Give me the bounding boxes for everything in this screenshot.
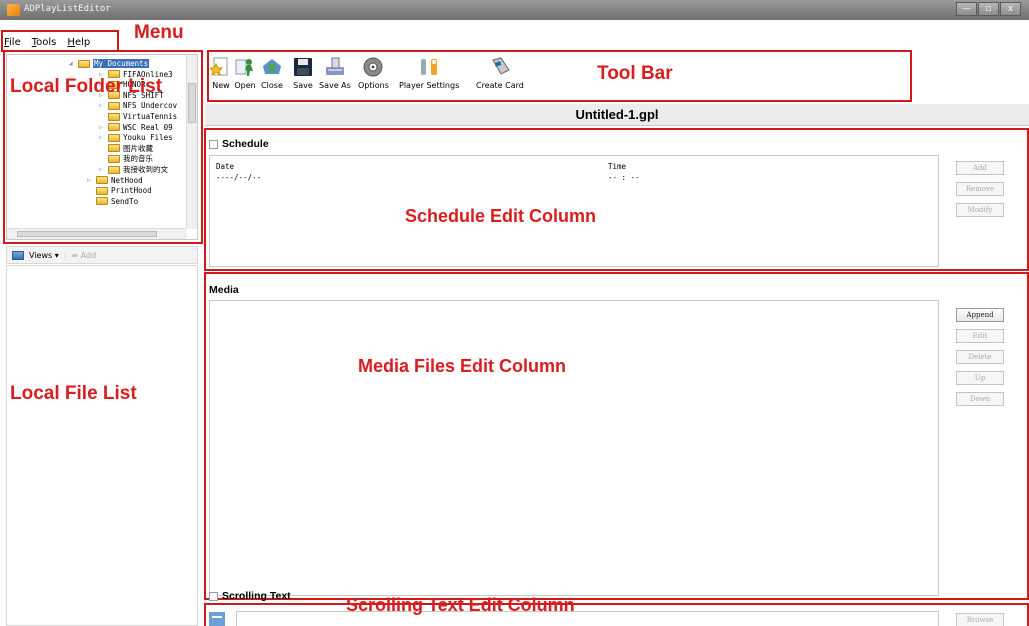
schedule-date-value: ----/--/-- (216, 173, 262, 182)
media-header: Media (209, 284, 239, 296)
schedule-label: Schedule (222, 138, 269, 150)
window-controls: — ▫ x (956, 2, 1021, 16)
schedule-time-value: -- : -- (608, 173, 640, 182)
media-label: Media (209, 284, 239, 296)
folder-list-annotation: Local Folder List (10, 76, 163, 97)
window-title: ADPlayListEditor (24, 4, 111, 14)
media-edit-button[interactable]: Edit (956, 329, 1004, 343)
menu-annotation: Menu (134, 22, 184, 43)
schedule-time-header: Time (608, 162, 627, 171)
views-dropdown[interactable]: Views ▾ (29, 251, 59, 260)
file-list-annotation: Local File List (10, 383, 137, 404)
scrolling-text-icon (209, 612, 225, 626)
toolbar-annotation: Tool Bar (597, 63, 673, 84)
views-bar: Views ▾ | ⇛ Add (6, 246, 198, 264)
schedule-modify-button[interactable]: Modify (956, 203, 1004, 217)
scrolling-header: Scrolling Text (209, 590, 291, 602)
minimize-button[interactable]: — (956, 2, 977, 16)
media-annotation: Media Files Edit Column (358, 356, 567, 376)
maximize-button[interactable]: ▫ (978, 2, 999, 16)
scrolling-browse-button[interactable]: Browse (956, 613, 1004, 626)
schedule-checkbox[interactable] (209, 139, 218, 149)
title-bar: ADPlayListEditor — ▫ x (0, 0, 1029, 20)
schedule-remove-button[interactable]: Remove (956, 182, 1004, 196)
media-list[interactable] (209, 300, 939, 596)
add-button[interactable]: ⇛ Add (71, 251, 96, 260)
app-icon (7, 4, 20, 16)
scrolling-annotation: Scrolling Text Edit Column (346, 595, 575, 615)
schedule-add-button[interactable]: Add (956, 161, 1004, 175)
schedule-annotation: Schedule Edit Column (405, 206, 597, 226)
media-append-button[interactable]: Append (956, 308, 1004, 322)
menu-annotation-box (1, 30, 119, 52)
media-up-button[interactable]: Up (956, 371, 1004, 385)
toolbar-annotation-box (207, 50, 912, 102)
document-title: Untitled-1.gpl (205, 104, 1029, 126)
schedule-date-header: Date (216, 162, 235, 171)
views-icon (12, 250, 24, 260)
media-delete-button[interactable]: Delete (956, 350, 1004, 364)
close-window-button[interactable]: x (1000, 2, 1021, 16)
scrolling-text-input[interactable] (236, 611, 939, 626)
local-file-list[interactable] (6, 265, 198, 626)
media-down-button[interactable]: Down (956, 392, 1004, 406)
scrolling-checkbox[interactable] (209, 591, 218, 601)
scrolling-label: Scrolling Text (222, 590, 291, 602)
schedule-header: Schedule (209, 138, 269, 150)
